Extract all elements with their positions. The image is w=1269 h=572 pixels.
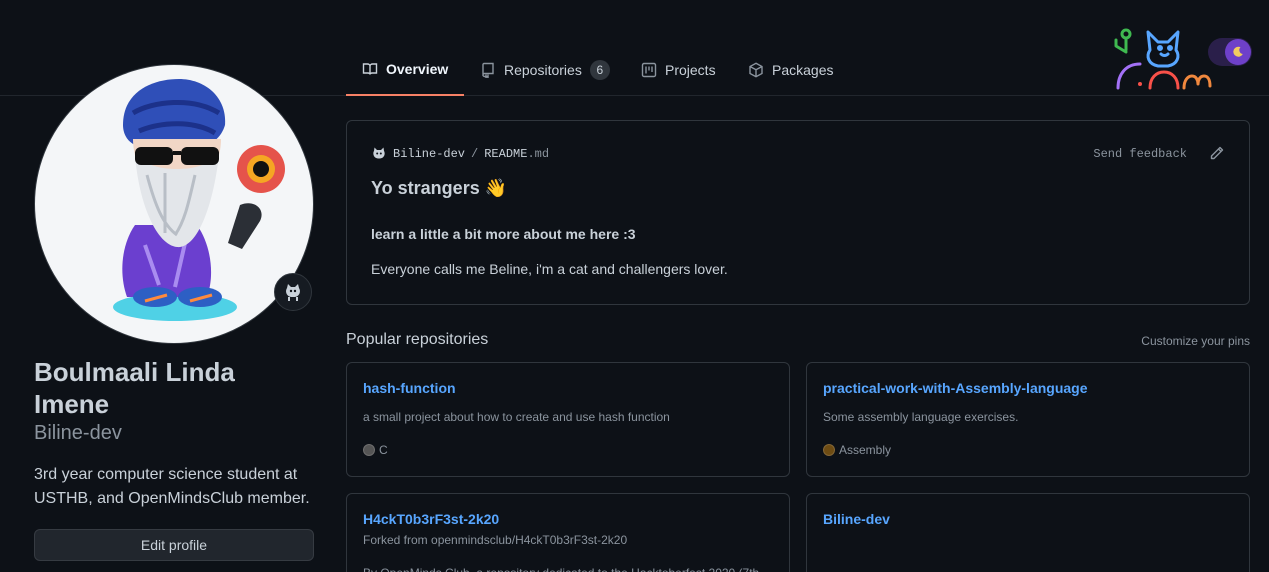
book-icon (362, 63, 378, 75)
path-separator: / (471, 147, 479, 161)
repo-language: Assembly (823, 443, 891, 457)
readme-file-name[interactable]: README (484, 147, 527, 161)
tab-overview[interactable]: Overview (346, 44, 465, 96)
repo-name-link[interactable]: Biline-dev (823, 511, 890, 527)
avatar-illustration (113, 79, 285, 321)
tab-projects[interactable]: Projects (641, 44, 716, 95)
tab-packages-label: Packages (772, 61, 834, 78)
repo-name-link[interactable]: H4ckT0b3rF3st-2k20 (363, 511, 499, 527)
project-icon (641, 62, 657, 77)
octocat-icon (286, 284, 300, 301)
profile-bio: 3rd year computer science student at UST… (34, 466, 310, 507)
repo-language-label: Assembly (839, 443, 892, 457)
repo-description: By OpenMinds Club, a repository dedicate… (363, 564, 773, 572)
pinned-repo-card: H4ckT0b3rF3st-2k20 Forked from openminds… (346, 493, 790, 572)
tab-overview-label: Overview (386, 61, 449, 77)
edit-profile-button[interactable]: Edit profile (34, 529, 314, 561)
repo-language: C (363, 443, 388, 457)
repo-fork-source: Forked from openmindsclub/H4ckT0b3rF3st-… (363, 533, 628, 547)
package-icon (749, 62, 763, 77)
repo-language-label: C (379, 443, 388, 457)
tab-repositories-label: Repositories (504, 61, 582, 78)
send-feedback-link[interactable]: Send feedback (1093, 147, 1187, 161)
popular-repositories-title: Popular repositories (346, 331, 489, 348)
repo-name-link[interactable]: hash-function (363, 380, 456, 396)
avatar[interactable] (34, 64, 314, 344)
profile-username: Biline-dev (34, 422, 122, 444)
language-color-dot (823, 444, 835, 456)
readme-text: Everyone calls me Beline, i'm a cat and … (371, 261, 728, 277)
repo-name-link[interactable]: practical-work-with-Assembly-language (823, 380, 1088, 396)
repo-count-badge: 6 (589, 59, 610, 80)
repo-description: a small project about how to create and … (363, 410, 670, 424)
tab-packages[interactable]: Packages (748, 44, 833, 95)
status-emoji-button[interactable] (274, 273, 312, 311)
theme-toggle[interactable] (1208, 38, 1252, 66)
moon-icon (1225, 39, 1251, 65)
language-color-dot (363, 444, 375, 456)
pencil-icon[interactable] (1209, 145, 1225, 161)
readme-owner-link[interactable]: Biline-dev (393, 147, 465, 161)
customize-pins-link[interactable]: Customize your pins (1141, 334, 1250, 348)
cat-mascot-illustration (1114, 28, 1212, 90)
profile-full-name: Boulmaali Linda Imene (34, 357, 235, 419)
repo-description: Some assembly language exercises. (823, 410, 1019, 424)
readme-path: Biline-dev / README.md (371, 146, 549, 162)
pinned-repo-card: Biline-dev (806, 493, 1250, 572)
pinned-repo-card: hash-function a small project about how … (346, 362, 790, 477)
tab-projects-label: Projects (665, 61, 716, 78)
readme-heading: Yo strangers 👋 (371, 178, 508, 198)
readme-card: Biline-dev / README.md Send feedback Yo … (346, 120, 1250, 305)
readme-subheading: learn a little a bit more about me here … (371, 226, 636, 242)
readme-file-ext: .md (527, 147, 550, 161)
repo-icon (482, 62, 494, 78)
tab-repositories[interactable]: Repositories 6 (480, 44, 610, 95)
octocat-icon (373, 147, 385, 159)
pinned-repo-card: practical-work-with-Assembly-language So… (806, 362, 1250, 477)
